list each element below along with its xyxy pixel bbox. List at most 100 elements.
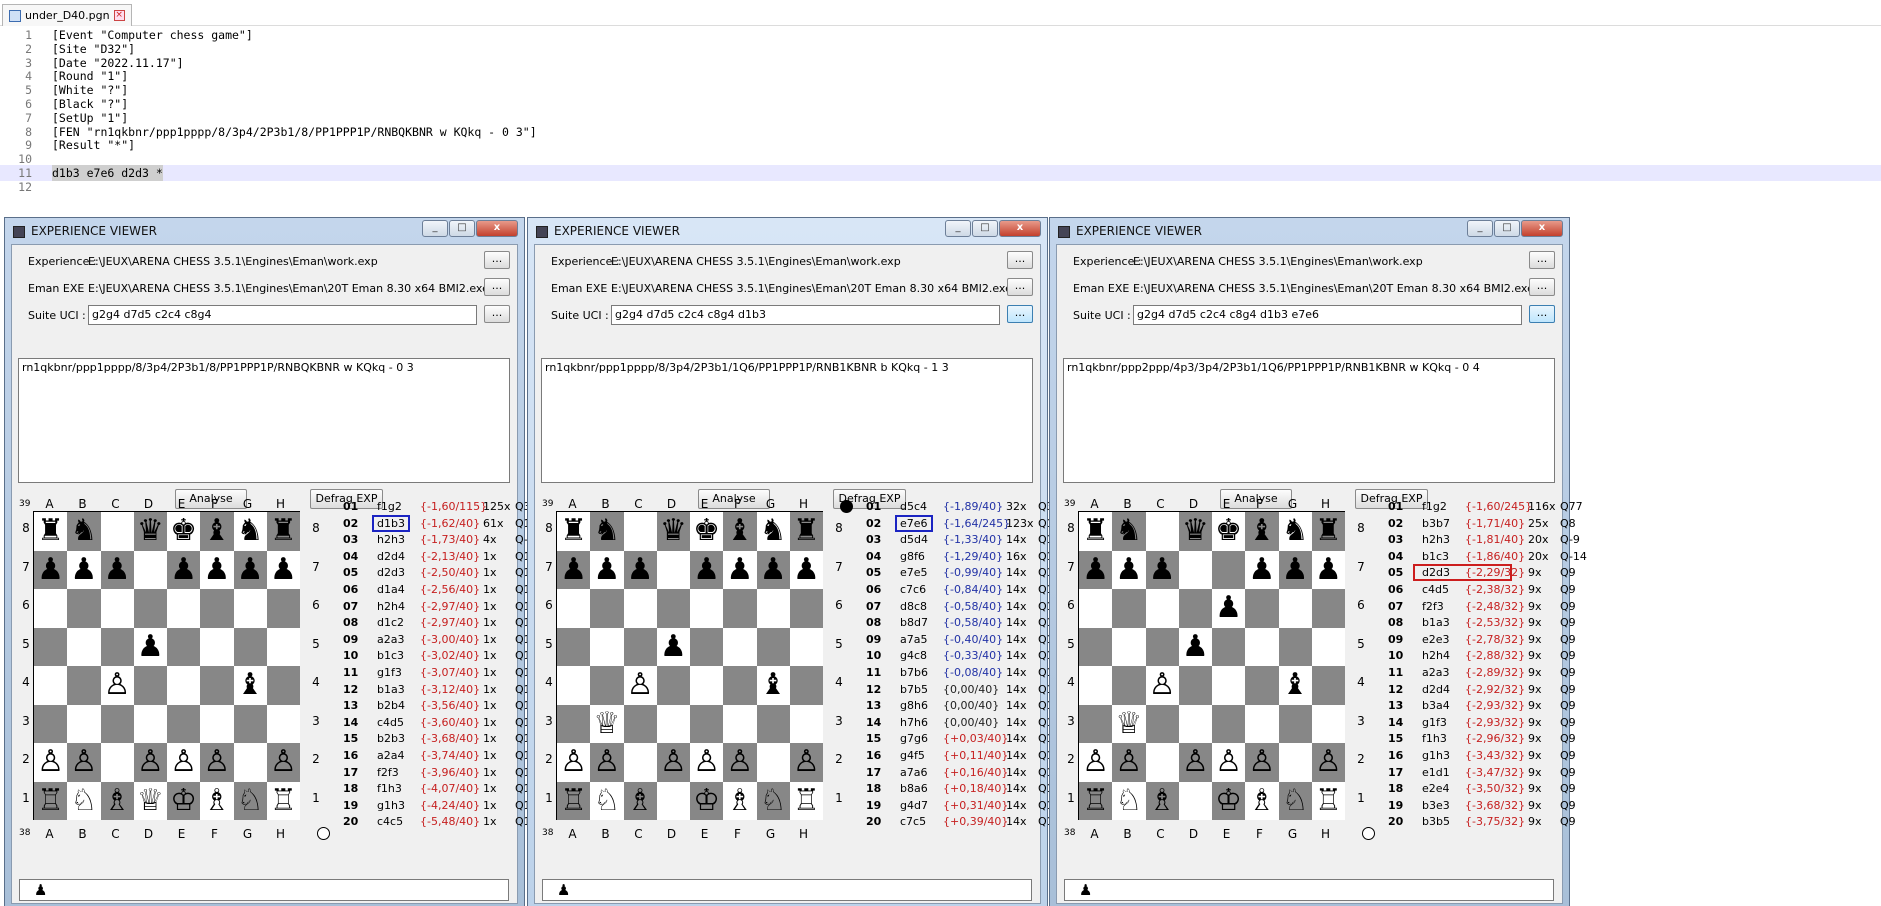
move-row[interactable]: 13g8h6{0,00/40}14xQ14 xyxy=(866,697,1066,714)
board-square[interactable]: ♗ xyxy=(200,781,234,820)
board-square[interactable] xyxy=(789,627,823,666)
board-square[interactable] xyxy=(266,627,300,666)
board-square[interactable] xyxy=(1145,627,1179,666)
board-square[interactable]: ♙ xyxy=(167,743,201,782)
browse-experience-button[interactable]: ... xyxy=(1529,251,1555,269)
board-square[interactable]: ♟ xyxy=(233,550,267,589)
board-square[interactable] xyxy=(1112,589,1146,628)
board-square[interactable] xyxy=(756,743,790,782)
board-square[interactable] xyxy=(133,589,167,628)
board-square[interactable] xyxy=(789,666,823,705)
board-square[interactable] xyxy=(690,666,724,705)
board-square[interactable]: ♝ xyxy=(200,512,234,551)
move-row[interactable]: 15g7g6{+0,03/40}14xQ14 xyxy=(866,730,1066,747)
board-square[interactable]: ♟ xyxy=(100,550,134,589)
board-square[interactable]: ♕ xyxy=(133,781,167,820)
board-square[interactable]: ♙ xyxy=(34,743,68,782)
board-square[interactable] xyxy=(34,704,68,743)
board-square[interactable]: ♘ xyxy=(233,781,267,820)
board-square[interactable]: ♔ xyxy=(690,781,724,820)
board-square[interactable]: ♙ xyxy=(200,743,234,782)
board-square[interactable] xyxy=(1212,704,1246,743)
board-square[interactable] xyxy=(1178,781,1212,820)
board-square[interactable]: ♜ xyxy=(557,512,591,551)
board-square[interactable]: ♝ xyxy=(1278,666,1312,705)
board-square[interactable]: ♚ xyxy=(690,512,724,551)
board-square[interactable]: ♚ xyxy=(1212,512,1246,551)
board-square[interactable]: ♜ xyxy=(34,512,68,551)
board-square[interactable]: ♖ xyxy=(789,781,823,820)
move-row[interactable]: 11b7b6{-0,08/40}14xQ14 xyxy=(866,664,1066,681)
board-square[interactable]: ♘ xyxy=(590,781,624,820)
move-row[interactable]: 04 b1c3 {-1,86/40} 20x Q-14 xyxy=(1388,548,1588,565)
board-square[interactable] xyxy=(656,704,690,743)
board-square[interactable]: ♟ xyxy=(690,550,724,589)
move-row[interactable]: 19 b3e3 {-3,68/32} 9x Q9 xyxy=(1388,797,1588,814)
board-square[interactable] xyxy=(789,589,823,628)
board-square[interactable]: ♙ xyxy=(133,743,167,782)
move-row[interactable]: 05 d2d3 {-2,50/40} 1x Q1 xyxy=(343,564,543,581)
board-square[interactable] xyxy=(1079,589,1113,628)
board-square[interactable] xyxy=(266,666,300,705)
board-square[interactable] xyxy=(1245,666,1279,705)
close-button[interactable]: x xyxy=(476,220,518,237)
board-square[interactable]: ♙ xyxy=(1245,743,1279,782)
board-square[interactable]: ♗ xyxy=(1145,781,1179,820)
board-square[interactable] xyxy=(1245,627,1279,666)
board-square[interactable] xyxy=(133,550,167,589)
board-square[interactable] xyxy=(34,666,68,705)
board-square[interactable] xyxy=(590,627,624,666)
move-row[interactable]: 07d8c8{-0,58/40}14xQ14 xyxy=(866,598,1066,615)
board-square[interactable] xyxy=(1178,550,1212,589)
move-row[interactable]: 17 e1d1 {-3,47/32} 9x Q9 xyxy=(1388,764,1588,781)
move-row[interactable]: 18 f1h3 {-4,07/40} 1x Q1 xyxy=(343,780,543,797)
board-square[interactable]: ♗ xyxy=(1245,781,1279,820)
pgn-editor[interactable]: 1 [Event "Computer chess game"] 2 [Site "D3… xyxy=(0,27,1881,217)
move-row[interactable]: 06c7c6{-0,84/40}14xQ14 xyxy=(866,581,1066,598)
move-row[interactable]: 14 g1f3 {-2,93/32} 9x Q9 xyxy=(1388,714,1588,731)
move-row[interactable]: 07 h2h4 {-2,97/40} 1x Q1 xyxy=(343,598,543,615)
board-square[interactable]: ♝ xyxy=(723,512,757,551)
board-square[interactable] xyxy=(723,589,757,628)
move-row[interactable]: 20 c4c5 {-5,48/40} 1x Q1 xyxy=(343,813,543,830)
move-row[interactable]: 04 d2d4 {-2,13/40} 1x Q1 xyxy=(343,548,543,565)
move-row[interactable]: 10 b1c3 {-3,02/40} 1x Q1 xyxy=(343,647,543,664)
board-square[interactable] xyxy=(1311,589,1345,628)
board-square[interactable] xyxy=(1311,704,1345,743)
board-square[interactable]: ♟ xyxy=(1311,550,1345,589)
close-button[interactable]: x xyxy=(1521,220,1563,237)
board-square[interactable] xyxy=(590,666,624,705)
board-square[interactable]: ♜ xyxy=(1079,512,1113,551)
board-square[interactable] xyxy=(167,704,201,743)
fen-textbox[interactable]: rn1qkbnr/ppp2ppp/4p3/3p4/2P3b1/1Q6/PP1PP… xyxy=(1063,358,1555,483)
board-square[interactable]: ♟ xyxy=(723,550,757,589)
board-square[interactable]: ♙ xyxy=(690,743,724,782)
board-square[interactable] xyxy=(200,589,234,628)
board-square[interactable]: ♙ xyxy=(656,743,690,782)
move-row[interactable]: 13 b2b4 {-3,56/40} 1x Q1 xyxy=(343,697,543,714)
board-square[interactable] xyxy=(656,781,690,820)
board-square[interactable]: ♟ xyxy=(557,550,591,589)
board-square[interactable] xyxy=(723,704,757,743)
maximize-button[interactable]: □ xyxy=(449,220,475,237)
move-row[interactable]: 02d1b3{-1,62/40}61xQ11 xyxy=(343,514,543,532)
move-row[interactable]: 04g8f6{-1,29/40}16xQ11 xyxy=(866,548,1066,565)
browse-experience-button[interactable]: ... xyxy=(1007,251,1033,269)
move-row[interactable]: 18 e2e4 {-3,50/32} 9x Q9 xyxy=(1388,780,1588,797)
board-square[interactable] xyxy=(623,743,657,782)
board-square[interactable]: ♟ xyxy=(1278,550,1312,589)
board-square[interactable] xyxy=(1112,627,1146,666)
board-square[interactable] xyxy=(133,704,167,743)
board-square[interactable] xyxy=(1245,589,1279,628)
board-square[interactable]: ♟ xyxy=(756,550,790,589)
board-square[interactable] xyxy=(1145,589,1179,628)
board-square[interactable] xyxy=(1145,743,1179,782)
browse-exe-button[interactable]: ... xyxy=(1529,278,1555,296)
board-square[interactable] xyxy=(1112,666,1146,705)
move-row[interactable]: 09 a2a3 {-3,00/40} 1x Q1 xyxy=(343,631,543,648)
move-row[interactable]: 11 g1f3 {-3,07/40} 1x Q1 xyxy=(343,664,543,681)
board-square[interactable] xyxy=(233,743,267,782)
board-square[interactable]: ♜ xyxy=(266,512,300,551)
board-square[interactable]: ♔ xyxy=(1212,781,1246,820)
minimize-button[interactable]: _ xyxy=(1467,220,1493,237)
